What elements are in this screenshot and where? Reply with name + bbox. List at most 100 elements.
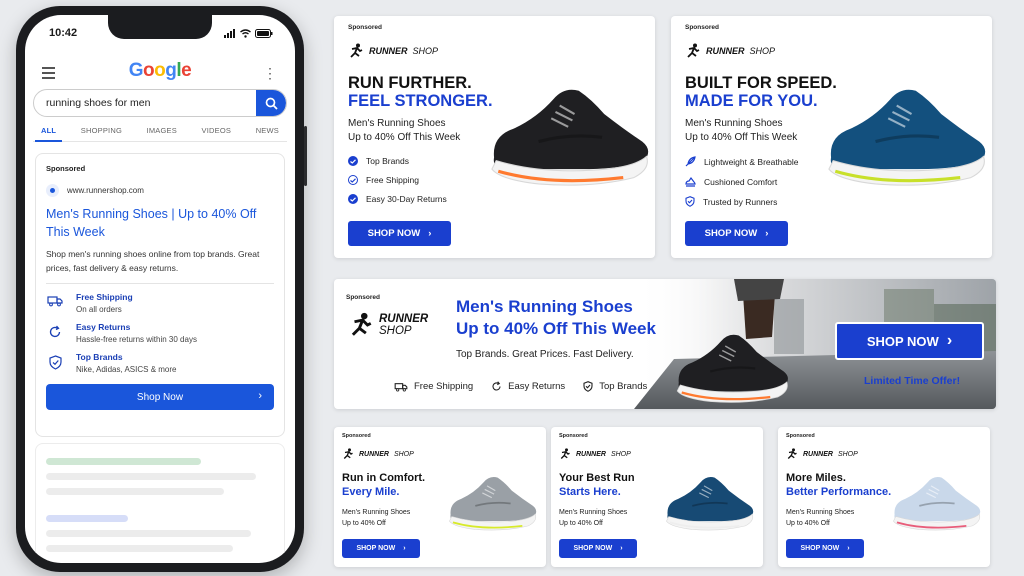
shop-now-label: SHOP NOW: [573, 545, 613, 552]
banner-subtext: Men's Running Shoes Up to 40% Off: [342, 507, 410, 529]
ad-feature-brands: Top Brands Nike, Adidas, ASICS & more: [46, 352, 274, 374]
brand-name-a: RUNNER: [706, 46, 745, 56]
feature-detail: On all orders: [76, 305, 122, 314]
tab-news[interactable]: NEWS: [256, 126, 279, 135]
feature-title: Easy Returns: [76, 322, 131, 332]
cushion-icon: [685, 176, 696, 187]
ad-banner-wide[interactable]: Sponsored RUNNER SHOP Men's Running Shoes…: [334, 279, 996, 409]
shop-now-button[interactable]: SHOP NOW ›: [342, 539, 420, 558]
brand-name-a: RUNNER: [359, 450, 389, 458]
signal-icon: [224, 28, 235, 38]
menu-icon[interactable]: [42, 67, 55, 82]
check-circle-icon: [348, 175, 358, 185]
feature-label: Top Brands: [599, 381, 648, 392]
limited-offer-text: Limited Time Offer!: [864, 375, 961, 387]
shop-now-button[interactable]: SHOP NOW ›: [685, 221, 788, 246]
search-icon: [265, 97, 278, 110]
shop-now-button[interactable]: SHOP NOW ›: [559, 539, 637, 558]
shop-now-button[interactable]: SHOP NOW ›: [835, 322, 984, 360]
phone-screen: 10:42 Google ⋮ running shoes for men ALL…: [25, 15, 295, 563]
shop-now-label: SHOP NOW: [367, 228, 421, 239]
subtext-line-2: Up to 40% Off: [786, 520, 830, 527]
shield-check-icon: [685, 196, 695, 207]
check-circle-icon: [348, 194, 358, 204]
headline-line-2: Up to 40% Off This Week: [456, 319, 656, 338]
runner-icon: [351, 312, 372, 336]
ad-url[interactable]: www.runnershop.com: [67, 186, 144, 195]
list-item-label: Free Shipping: [366, 175, 419, 185]
benefit-list: Lightweight & Breathable Cushioned Comfo…: [685, 156, 799, 216]
refresh-icon: [49, 325, 61, 338]
ad-banner-run-further[interactable]: Sponsored RUNNER SHOP RUN FURTHER. FEEL S…: [334, 16, 655, 258]
chevron-right-icon: ›: [620, 545, 623, 552]
tab-all[interactable]: ALL: [34, 126, 63, 142]
brand-name-a: RUNNER: [576, 450, 606, 458]
subtext-line-2: Up to 40% Off: [559, 520, 603, 527]
truck-icon: [47, 296, 63, 307]
ad-title-link[interactable]: Men's Running Shoes | Up to 40% Off This…: [46, 205, 274, 241]
placeholder-line: [46, 488, 224, 495]
chevron-right-icon: ›: [946, 332, 953, 349]
list-item: Lightweight & Breathable: [685, 156, 799, 167]
banner-subtext: Top Brands. Great Prices. Fast Delivery.: [456, 349, 634, 360]
shop-now-button[interactable]: SHOP NOW ›: [786, 539, 864, 558]
ad-url-row[interactable]: www.runnershop.com: [46, 184, 274, 197]
shop-now-label: SHOP NOW: [356, 545, 396, 552]
placeholder-line: [46, 515, 129, 522]
headline-line-2: Every Mile.: [342, 486, 400, 498]
ad-banner-run-in-comfort[interactable]: Sponsored RUNNER SHOP Run in Comfort. Eve…: [334, 427, 546, 567]
shop-now-label: SHOP NOW: [866, 333, 939, 349]
chevron-right-icon: ›: [403, 545, 406, 552]
runner-shop-logo: RUNNER SHOP: [685, 43, 775, 59]
placeholder-line: [46, 530, 252, 537]
banner-headline: RUN FURTHER. FEEL STRONGER.: [348, 74, 493, 110]
wifi-icon: [240, 28, 251, 38]
chevron-right-icon: ›: [847, 545, 850, 552]
banner-subtext: Men's Running Shoes Up to 40% Off This W…: [348, 117, 460, 145]
more-options-icon[interactable]: ⋮: [263, 65, 277, 82]
tab-shopping[interactable]: SHOPPING: [81, 126, 122, 135]
shop-now-button[interactable]: Shop Now ›: [46, 384, 274, 410]
subtext-line-1: Men's Running Shoes: [342, 509, 411, 516]
runner-shop-logo: RUNNER SHOP: [342, 448, 414, 460]
list-item: Trusted by Runners: [685, 196, 799, 207]
shop-now-label: Shop Now: [136, 391, 184, 403]
tab-images[interactable]: IMAGES: [147, 126, 177, 135]
headline-line-1: RUN FURTHER.: [348, 74, 472, 92]
brand-name-b: SHOP: [749, 46, 776, 56]
search-bar[interactable]: running shoes for men: [33, 89, 287, 117]
ad-banner-built-for-speed[interactable]: Sponsored RUNNER SHOP BUILT FOR SPEED. MA…: [671, 16, 992, 258]
refresh-icon: [492, 381, 501, 391]
list-item-label: Cushioned Comfort: [704, 176, 778, 187]
shop-now-button[interactable]: SHOP NOW ›: [348, 221, 451, 246]
list-item-label: Lightweight & Breathable: [704, 156, 799, 167]
black-running-shoe-image: [475, 66, 655, 196]
feature-brands: Top Brands: [583, 381, 647, 392]
subtext-line-2: Up to 40% Off: [342, 520, 386, 527]
tab-videos[interactable]: VIDEOS: [202, 126, 232, 135]
sponsored-label: Sponsored: [348, 24, 382, 31]
feature-title: Free Shipping: [76, 292, 133, 302]
ad-banner-more-miles[interactable]: Sponsored RUNNER SHOP More Miles. Better …: [778, 427, 990, 567]
runner-icon: [787, 448, 797, 459]
chevron-right-icon: ›: [428, 228, 432, 239]
ad-feature-shipping: Free Shipping On all orders: [46, 292, 274, 314]
runner-shop-logo: RUNNER SHOP: [348, 312, 428, 338]
google-logo[interactable]: Google: [129, 60, 192, 82]
subtext-line-1: Men's Running Shoes: [685, 118, 783, 129]
headline-line-1: Men's Running Shoes: [456, 297, 633, 316]
feather-icon: [685, 156, 696, 167]
placeholder-line: [46, 458, 202, 465]
placeholder-line: [46, 545, 233, 552]
sponsored-label: Sponsored: [559, 433, 588, 439]
check-circle-icon: [348, 156, 358, 166]
feature-shipping: Free Shipping: [394, 381, 473, 392]
search-input[interactable]: running shoes for men: [34, 97, 256, 109]
truck-icon: [394, 382, 408, 392]
feature-title: Top Brands: [76, 352, 123, 362]
headline-line-1: More Miles.: [786, 472, 846, 484]
ad-banner-best-run[interactable]: Sponsored RUNNER SHOP Your Best Run Start…: [551, 427, 763, 567]
banner-headline: More Miles. Better Performance.: [786, 471, 891, 499]
brand-name-b: SHOP: [837, 450, 858, 458]
search-button[interactable]: [256, 90, 286, 116]
